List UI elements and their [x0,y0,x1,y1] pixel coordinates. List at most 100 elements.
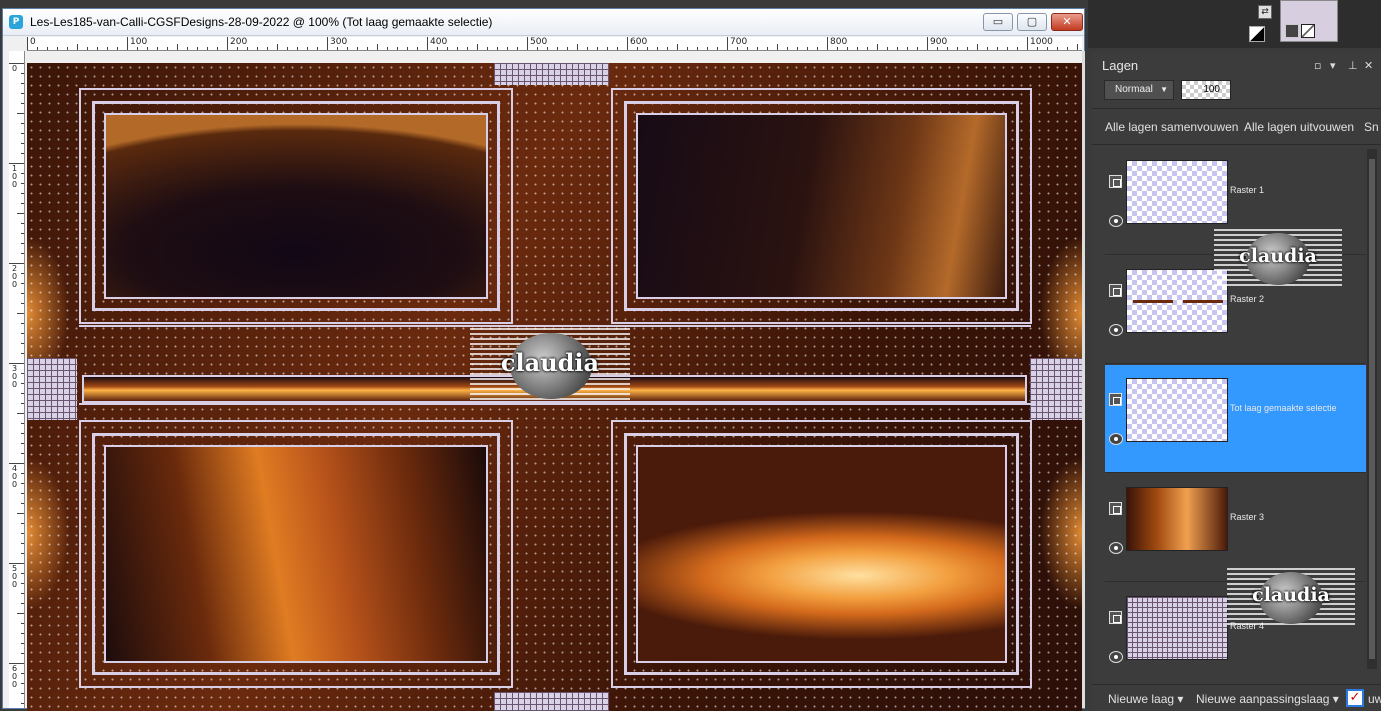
scrollbar-thumb[interactable] [1369,159,1375,659]
ruler-tick [637,47,638,50]
close-button[interactable]: ✕ [1051,13,1083,31]
layer-name: Raster 3 [1230,512,1265,522]
layer-type-icon[interactable] [1109,393,1122,406]
foreground-style-icon[interactable] [1285,24,1299,38]
ruler-tick [1017,47,1018,50]
ruler-tick [397,47,398,50]
ruler-tick [837,47,838,50]
ruler-tick [657,47,658,50]
ruler-tick [37,47,38,50]
document-window[interactable]: P Les-Les185-van-Calli-CGSFDesigns-28-09… [2,8,1085,711]
layers-scrollbar[interactable] [1367,149,1377,669]
opacity-field[interactable]: 100 [1181,80,1231,100]
ruler-tick [377,44,378,50]
document-scrollbar[interactable] [1082,51,1085,708]
ruler-tick [21,483,24,484]
frame-bottom-right [611,420,1032,688]
default-colors-icon[interactable] [1249,26,1265,42]
ruler-label: 200 [12,264,18,289]
background-style-icon[interactable] [1301,24,1315,38]
expand-all-layers-button[interactable]: Alle lagen uitvouwen [1244,120,1354,134]
layer-type-icon[interactable] [1109,611,1122,624]
ruler-tick [447,47,448,50]
ruler-label: 500 [530,37,548,47]
layer-row-raster-3[interactable]: Raster 3 [1105,474,1366,582]
image-canvas[interactable]: claudia [27,63,1082,711]
frame-top-right [611,88,1032,324]
ruler-tick [17,613,24,614]
ruler-tick [827,37,828,50]
panel-close-icon[interactable]: ✕ [1364,59,1373,72]
ruler-tick [21,473,24,474]
ruler-tick [21,643,24,644]
ruler-tick [207,47,208,50]
layer-type-icon[interactable] [1109,502,1122,515]
visibility-eye-icon[interactable] [1109,651,1123,663]
ruler-tick [21,103,24,104]
ruler-tick [27,37,28,50]
ruler-tick [917,47,918,50]
ruler-tick [21,403,24,404]
ruler-tick [21,523,24,524]
ruler-tick [1077,44,1078,50]
ruler-tick [21,323,24,324]
ruler-tick [467,47,468,50]
ruler-tick [807,47,808,50]
ruler-tick [407,47,408,50]
checkbox-icon[interactable]: ✓ [1346,689,1364,707]
layer-name: Raster 2 [1230,294,1265,304]
swap-colors-icon[interactable]: ⇄ [1258,5,1272,19]
new-layer-button[interactable]: Nieuwe laag ▾ [1108,692,1183,706]
claudia-watermark: claudia [1214,229,1342,289]
ruler-tick [21,193,24,194]
ruler-tick [437,47,438,50]
layer-thumbnail [1126,378,1228,442]
layer-type-icon[interactable] [1109,175,1122,188]
minimize-button[interactable]: ▭ [983,13,1013,31]
ruler-tick [417,47,418,50]
ruler-tick [21,183,24,184]
visibility-eye-icon[interactable] [1109,542,1123,554]
blend-mode-value: Normaal [1115,84,1153,95]
ruler-tick [21,203,24,204]
ruler-tick [21,553,24,554]
frame-top-left [79,88,513,324]
panel-menu-icon[interactable]: ▾ [1330,59,1336,72]
ruler-tick [677,44,678,50]
panel-pin-icon[interactable]: ⊥ [1348,59,1358,72]
ruler-tick [21,93,24,94]
layer-type-icon[interactable] [1109,284,1122,297]
ruler-tick [21,673,24,674]
ruler-tick [597,47,598,50]
ruler-tick [177,44,178,50]
ruler-tick [157,47,158,50]
ruler-tick [457,47,458,50]
ruler-tick [797,47,798,50]
visibility-eye-icon[interactable] [1109,324,1123,336]
ruler-tick [627,37,628,50]
ruler-tick [21,383,24,384]
ruler-tick [21,273,24,274]
ruler-tick [667,47,668,50]
ruler-tick [647,47,648,50]
ruler-tick [767,47,768,50]
maximize-button[interactable]: ▢ [1017,13,1047,31]
blend-mode-select[interactable]: Normaal ▼ [1104,80,1174,100]
visibility-eye-icon[interactable] [1109,433,1123,445]
ruler-tick [21,123,24,124]
snap-button[interactable]: Sn [1364,120,1379,134]
new-adjustment-layer-button[interactable]: Nieuwe aanpassingslaag ▾ [1196,692,1339,706]
ruler-tick [21,653,24,654]
layer-row-selection[interactable]: Tot laag gemaakte selectie [1105,365,1366,473]
ruler-tick [21,393,24,394]
collapse-all-layers-button[interactable]: Alle lagen samenvouwen [1105,120,1238,134]
ruler-tick [21,503,24,504]
visibility-eye-icon[interactable] [1109,215,1123,227]
ruler-tick [21,583,24,584]
bottom-truncated-label: uw [1368,692,1381,706]
document-titlebar[interactable]: P Les-Les185-van-Calli-CGSFDesigns-28-09… [3,9,1084,36]
ruler-tick [197,47,198,50]
ruler-tick [957,47,958,50]
panel-float-icon[interactable]: ▫ [1314,59,1321,72]
ruler-tick [17,113,24,114]
